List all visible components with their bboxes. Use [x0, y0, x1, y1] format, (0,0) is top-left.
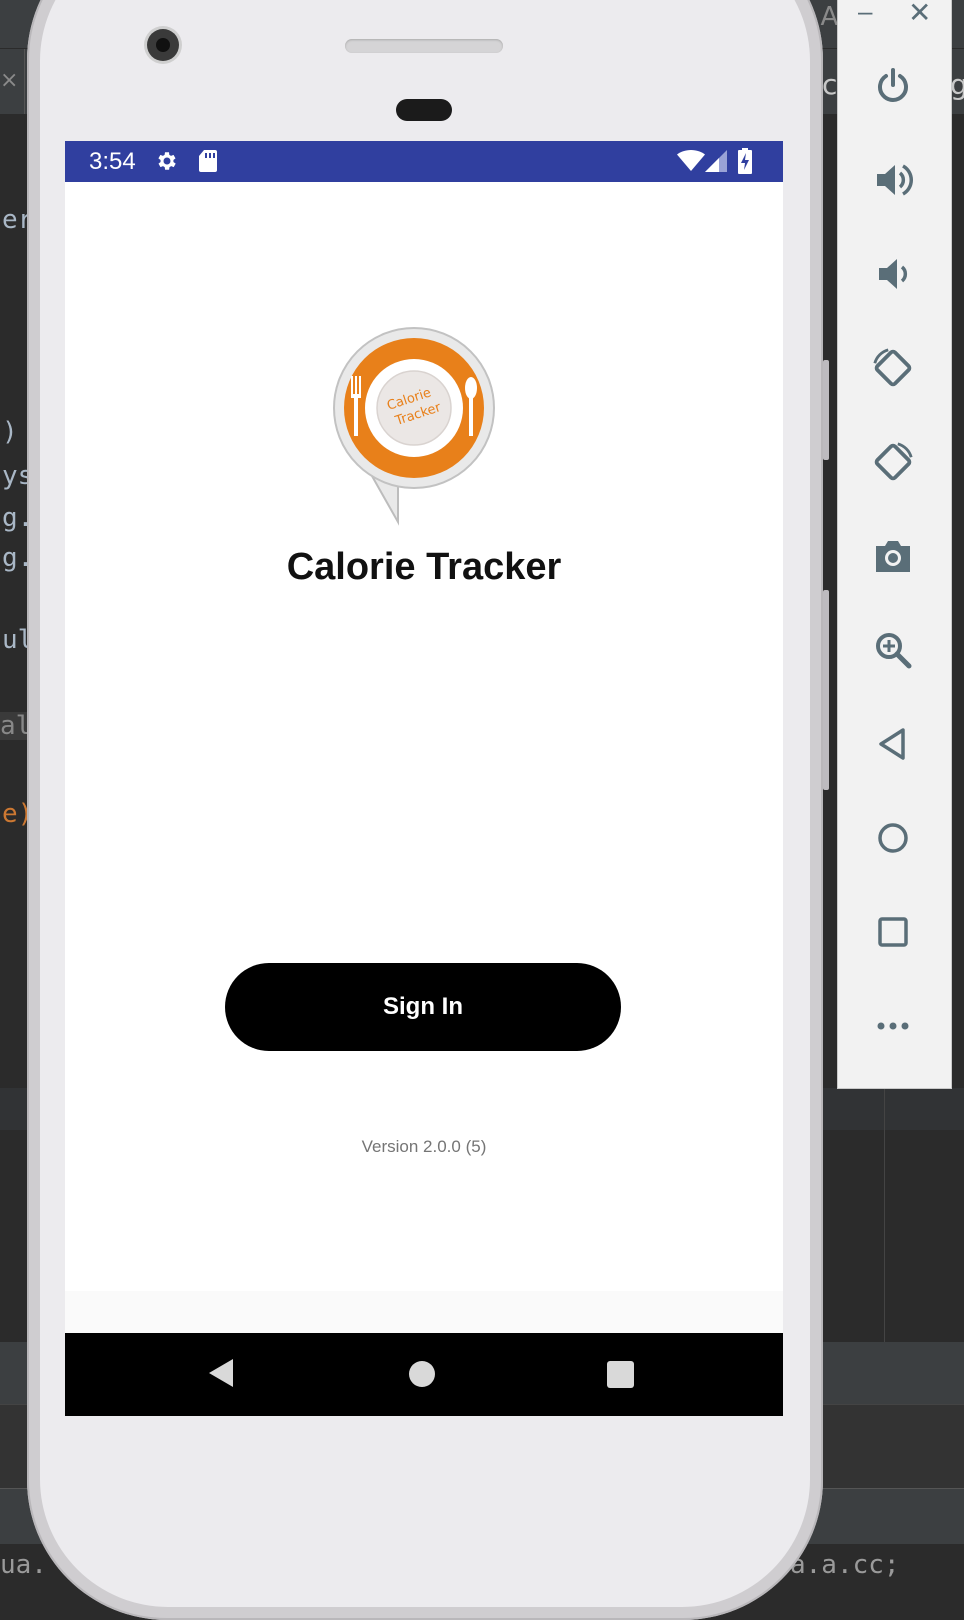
- ide-status-fragment: ua.: [0, 1550, 47, 1580]
- overview-icon[interactable]: [871, 910, 915, 954]
- volume-down-icon[interactable]: [871, 252, 915, 296]
- close-icon[interactable]: ✕: [908, 0, 931, 29]
- proximity-sensor: [396, 99, 452, 121]
- calorie-tracker-logo: Calorie Tracker: [333, 327, 495, 526]
- home-icon[interactable]: [871, 816, 915, 860]
- rotate-left-icon[interactable]: [871, 346, 915, 390]
- emulator-toolbar: – ✕: [837, 0, 952, 1089]
- rotate-right-icon[interactable]: [871, 440, 915, 484]
- android-status-bar: 3:54: [65, 141, 783, 182]
- phone-screen: 3:54 Calorie Tracker Calorie Tracker Sig…: [65, 141, 783, 1416]
- power-icon[interactable]: [871, 64, 915, 108]
- version-label: Version 2.0.0 (5): [361, 1137, 487, 1156]
- ide-status-fragment: a.a.cc;: [790, 1550, 900, 1580]
- code-fragment: ): [2, 417, 18, 447]
- front-camera-icon: [147, 29, 179, 61]
- sign-in-button[interactable]: Sign In: [225, 963, 621, 1051]
- wifi-icon: [677, 150, 705, 177]
- back-icon[interactable]: [207, 1357, 235, 1394]
- screen-bottom-area: [65, 1291, 783, 1333]
- camera-icon[interactable]: [871, 534, 915, 578]
- battery-icon: [737, 148, 753, 179]
- phone-side-button[interactable]: [823, 590, 829, 790]
- status-time: 3:54: [89, 148, 136, 175]
- volume-up-icon[interactable]: [871, 158, 915, 202]
- ide-tab-close-icon[interactable]: ×: [0, 68, 18, 93]
- signal-icon: [705, 150, 729, 177]
- recents-icon[interactable]: [607, 1361, 634, 1388]
- more-icon[interactable]: [871, 1004, 915, 1048]
- home-icon[interactable]: [409, 1361, 435, 1387]
- gear-icon: [155, 149, 179, 178]
- ide-tab-label[interactable]: g: [950, 68, 964, 101]
- app-title: Calorie Tracker: [286, 546, 562, 588]
- phone-side-button[interactable]: [823, 360, 829, 460]
- back-icon[interactable]: [871, 722, 915, 766]
- minimize-icon[interactable]: –: [858, 0, 872, 27]
- zoom-icon[interactable]: [871, 628, 915, 672]
- android-nav-bar: [65, 1333, 783, 1416]
- earpiece-speaker: [345, 39, 503, 53]
- sd-card-icon: [198, 149, 218, 178]
- ide-panel-divider[interactable]: [884, 1088, 885, 1342]
